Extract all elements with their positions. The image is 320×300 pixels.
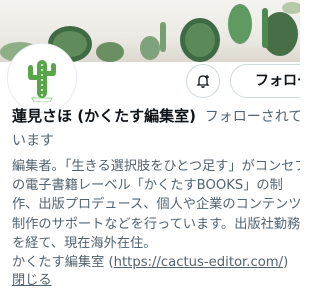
bio-link-line: かくたす編集室 (https://cactus-editor.com/) xyxy=(12,253,300,272)
website-link[interactable]: https://cactus-editor.com/ xyxy=(114,255,283,270)
following-button[interactable]: フォロー中 xyxy=(230,64,300,98)
profile-bio: 編集者。「生きる選択肢をひとつ足す」がコンセプト の電子書籍レーベル「かくたすB… xyxy=(12,157,300,272)
collapse-bio-link[interactable]: 閉じる xyxy=(12,272,52,290)
bio-line: 編集者。「生きる選択肢をひとつ足す」がコンセプト xyxy=(12,159,300,174)
display-name: 蓮見さほ (かくたす編集室) xyxy=(12,107,196,125)
bio-line: 制作のサポートなどを行っています。出版社勤務 xyxy=(12,216,300,232)
bio-link-suffix: ) xyxy=(283,255,289,271)
bell-plus-icon xyxy=(196,75,210,88)
profile-page: フォロー中 蓮見さほ (かくたす編集室) フォローされています います 編集者。… xyxy=(0,0,300,300)
bio-line: 作、出版プロデュース、個人や企業のコンテンツ xyxy=(12,197,300,213)
follows-you-label: フォローされています xyxy=(204,109,300,125)
notification-button[interactable] xyxy=(186,64,220,98)
bio-line: の電子書籍レーベル「かくたすBOOKS」の制 xyxy=(12,178,283,194)
profile-avatar[interactable] xyxy=(8,44,76,112)
bio-line: を経て、現在海外在住。 xyxy=(12,235,157,251)
cactus-icon xyxy=(28,60,56,102)
follows-you-label-continuation: います xyxy=(12,133,54,149)
bio-link-prefix: かくたす編集室 ( xyxy=(12,255,114,271)
profile-name-row: 蓮見さほ (かくたす編集室) フォローされています xyxy=(12,106,300,127)
